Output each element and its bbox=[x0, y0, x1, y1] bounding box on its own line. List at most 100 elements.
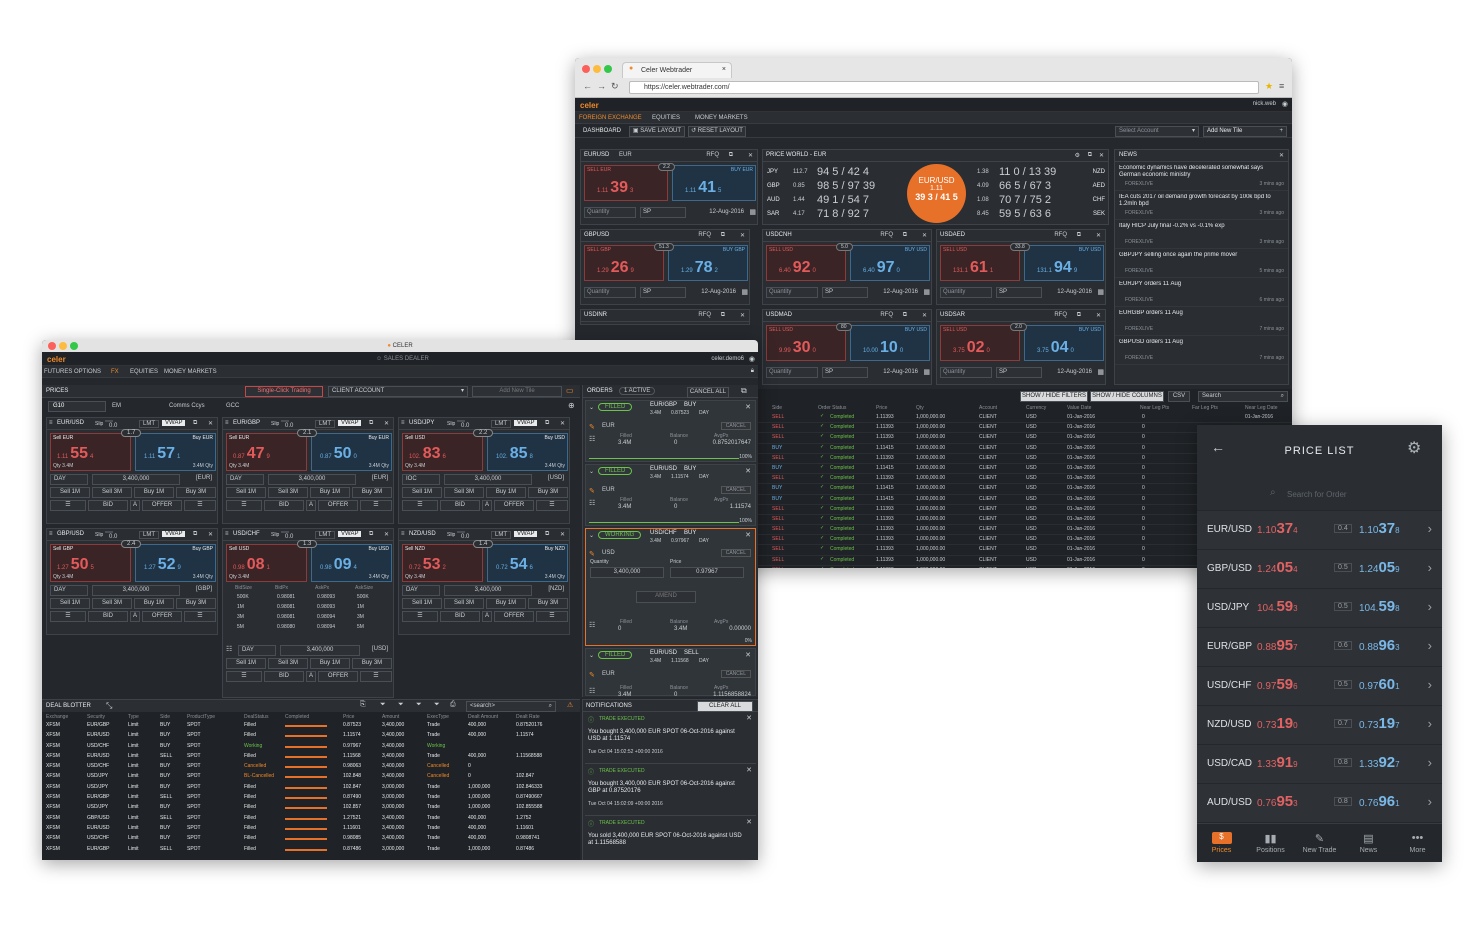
order-side[interactable]: BUY bbox=[684, 530, 696, 536]
news-time[interactable]: 5 mins ago bbox=[1260, 268, 1284, 274]
qty-value[interactable]: 3.4M bbox=[369, 463, 380, 469]
avgpx-value[interactable]: 0.8752017647 bbox=[713, 440, 751, 446]
blotter-cell[interactable]: XFSM bbox=[46, 835, 60, 841]
list-icon[interactable]: ☷ bbox=[589, 499, 595, 507]
tile-pair[interactable]: EURUSD bbox=[584, 152, 609, 158]
blotter-cell[interactable]: EUR/GBP bbox=[87, 846, 110, 852]
bid-prefix[interactable]: 1.24 bbox=[1257, 564, 1276, 575]
slip-value[interactable]: 0.0 bbox=[461, 423, 469, 429]
tif-value[interactable]: DAY bbox=[54, 476, 66, 482]
buy-label[interactable]: BUY USD bbox=[905, 247, 927, 253]
depth-cell[interactable]: 5M bbox=[357, 624, 364, 630]
fill-percent[interactable]: 100% bbox=[739, 454, 752, 460]
qty-label[interactable]: Qty bbox=[53, 463, 61, 469]
ask-prefix[interactable]: 0.88 bbox=[1359, 642, 1378, 653]
bid-pip[interactable]: 9 bbox=[1293, 760, 1297, 769]
price[interactable]: 1.11393 bbox=[876, 414, 894, 420]
column-header[interactable]: Near Leg Date bbox=[1245, 405, 1278, 411]
rfq-button[interactable]: RFQ bbox=[880, 232, 893, 238]
tif-value[interactable]: DAY bbox=[406, 587, 418, 593]
column-header[interactable]: Amount bbox=[382, 714, 399, 720]
amend-label[interactable]: AMEND bbox=[655, 593, 677, 599]
blotter-cell[interactable]: SPOT bbox=[187, 815, 201, 821]
bid-pip[interactable]: 3 bbox=[1293, 799, 1297, 808]
quick-buy1-button[interactable]: Buy 1M bbox=[134, 487, 174, 498]
quick-label[interactable]: Sell 1M bbox=[412, 600, 432, 606]
close-icon[interactable]: ✕ bbox=[384, 420, 389, 427]
grid-row[interactable]: SELL Completed ✓ 1.11393 1,000,000.00 CLIENT U… bbox=[758, 413, 1292, 424]
side[interactable]: SELL bbox=[772, 536, 784, 542]
buy-price-prefix[interactable]: 1.11 bbox=[144, 454, 155, 460]
currency[interactable]: USD bbox=[1026, 567, 1037, 568]
buy-price-pip[interactable]: 8 bbox=[529, 454, 532, 460]
buy-price-pip[interactable]: 0 bbox=[353, 454, 356, 460]
slip-value[interactable]: 0.0 bbox=[285, 423, 293, 429]
sell-button[interactable]: SELL USD 131.1 61 1 bbox=[940, 245, 1020, 281]
symbol[interactable]: AUD/USD bbox=[1207, 797, 1252, 808]
close-icon[interactable]: ✕ bbox=[746, 714, 752, 722]
news-source[interactable]: FOREXLIVE bbox=[1125, 297, 1153, 303]
rfq-button[interactable]: RFQ bbox=[1054, 232, 1067, 238]
qty-value[interactable]: 3.4M bbox=[238, 463, 249, 469]
order-side[interactable]: SELL bbox=[684, 650, 699, 656]
column-header[interactable]: Completed bbox=[285, 714, 309, 720]
slip-label[interactable]: Slip bbox=[271, 532, 279, 538]
order-side[interactable]: BUY bbox=[684, 402, 696, 408]
order-qty[interactable]: 3.4M bbox=[650, 474, 661, 480]
buy-price-pip[interactable]: 1 bbox=[177, 454, 180, 460]
currency[interactable]: USD bbox=[1026, 485, 1037, 491]
column-header[interactable]: Currency bbox=[1026, 405, 1046, 411]
sell-label[interactable]: SELL USD bbox=[943, 327, 967, 333]
value-date[interactable]: 01-Jan-2016 bbox=[1067, 546, 1095, 552]
side[interactable]: SELL bbox=[772, 434, 784, 440]
bid-big[interactable]: 37 bbox=[1276, 520, 1293, 537]
buy-price-pip[interactable]: 0 bbox=[1070, 348, 1073, 354]
blotter-row[interactable]: XFSM EUR/USD Limit BUY SPOT Filled 1.11574 3,40… bbox=[42, 731, 580, 741]
slip-value[interactable]: 0.0 bbox=[109, 423, 117, 429]
lmt-button[interactable]: LMT bbox=[139, 420, 159, 428]
depth-header[interactable]: AskSize bbox=[355, 585, 373, 591]
near-leg-pts[interactable]: 0 bbox=[1142, 434, 1145, 440]
value-date[interactable]: 01-Jan-2016 bbox=[1067, 567, 1095, 568]
price-label[interactable]: Price bbox=[670, 559, 681, 565]
spread-badge[interactable]: 51.3 bbox=[654, 243, 674, 251]
blotter-cell[interactable]: 3,400,000 bbox=[382, 743, 404, 749]
blotter-row[interactable]: XFSM EUR/GBP Limit SELL SPOT Filled 0.87490 3,0… bbox=[42, 793, 580, 803]
blotter-cell[interactable]: Cancelled bbox=[244, 763, 266, 769]
ask-prefix[interactable]: 1.24 bbox=[1359, 564, 1378, 575]
quick-label[interactable]: Buy 1M bbox=[496, 489, 516, 495]
qty-value[interactable]: 3.4M bbox=[238, 574, 249, 580]
popout-icon[interactable]: ⧉ bbox=[741, 386, 747, 396]
quantity-input[interactable]: Quantity bbox=[584, 287, 636, 298]
menu-fx[interactable]: FX bbox=[111, 369, 119, 375]
blotter-row[interactable]: XFSM USD/JPY Limit BUY SPOT Filled 102.857 3,00… bbox=[42, 803, 580, 813]
column-header[interactable]: Security bbox=[87, 714, 105, 720]
notification-body[interactable]: You sold 3,400,000 EUR SPOT 06-Oct-2016 … bbox=[588, 833, 748, 847]
blotter-cell[interactable]: 0.87520176 bbox=[516, 722, 542, 728]
qty[interactable]: 1,000,000.00 bbox=[916, 526, 945, 532]
news-headline[interactable]: GBPUSD orders 11 Aug bbox=[1119, 339, 1284, 353]
offer-button[interactable]: OFFER bbox=[318, 500, 358, 511]
price[interactable]: 1.11393 bbox=[876, 557, 894, 563]
user-name[interactable]: nick.web bbox=[1253, 101, 1276, 107]
ask-price[interactable]: 0.88963 bbox=[1359, 637, 1400, 654]
spread-badge[interactable]: 2.2 bbox=[658, 163, 675, 171]
buy-price-big[interactable]: 54 bbox=[510, 556, 528, 573]
order-card[interactable]: ⌄ WORKING USD/CHF BUY 3.4M 0.97967 DAY ✕ ✎ USD CAN… bbox=[585, 528, 756, 646]
ask-big[interactable]: 37 bbox=[1378, 520, 1395, 537]
blotter-cell[interactable]: Limit bbox=[128, 794, 139, 800]
qty-label[interactable]: Qty bbox=[229, 574, 237, 580]
buy-price-pip[interactable]: 0 bbox=[900, 348, 903, 354]
near-leg-pts[interactable]: 0 bbox=[1142, 506, 1145, 512]
blotter-cell[interactable]: 3,000,000 bbox=[382, 784, 404, 790]
spread[interactable]: 0.5 bbox=[1334, 602, 1352, 611]
sell-price-prefix[interactable]: 1.27 bbox=[57, 565, 69, 571]
close-tab-icon[interactable]: × bbox=[722, 66, 726, 73]
order-status[interactable]: Completed bbox=[830, 434, 854, 440]
blotter-cell[interactable]: Limit bbox=[128, 732, 139, 738]
notification-body[interactable]: You bought 3,400,000 EUR SPOT 06-Oct-201… bbox=[588, 781, 748, 795]
blotter-cell[interactable]: 3,400,000 bbox=[382, 773, 404, 779]
bid-price[interactable]: 104.593 bbox=[1257, 598, 1298, 615]
tenor-value[interactable]: SP bbox=[643, 289, 651, 295]
quick-label[interactable]: Sell 1M bbox=[236, 489, 256, 495]
